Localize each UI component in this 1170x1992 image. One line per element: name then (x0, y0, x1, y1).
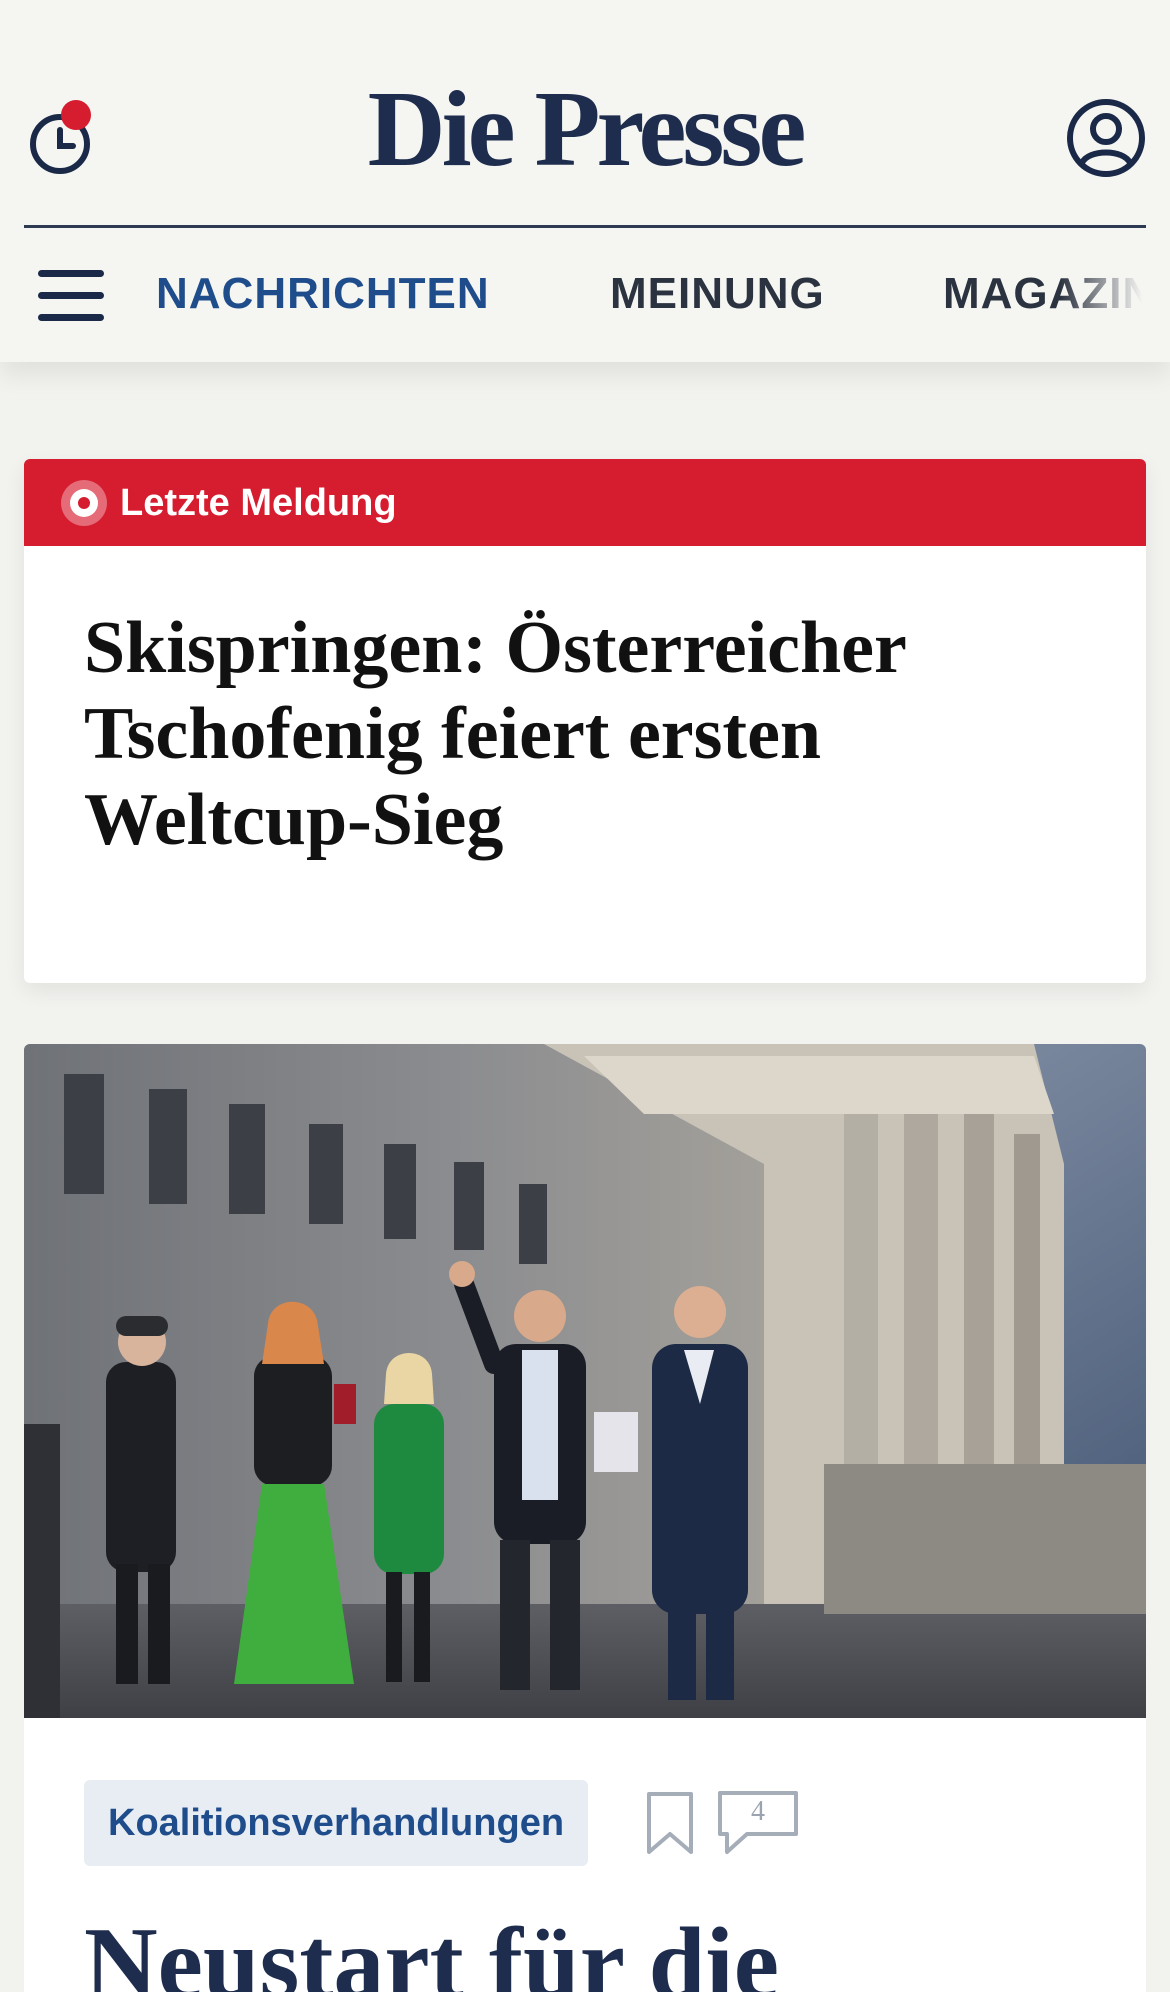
breaking-news-label: Letzte Meldung (120, 482, 397, 524)
section-nav: NACHRICHTEN MEINUNG MAGAZIN (0, 228, 1170, 362)
hamburger-menu-icon (38, 270, 104, 277)
lead-article-card: Koalitionsverhandlungen 4 Neustart für d… (24, 1044, 1146, 1992)
breaking-news-bar: Letzte Meldung (24, 459, 1146, 546)
site-logo[interactable]: Die Presse (0, 76, 1170, 184)
comment-count: 4 (751, 1796, 765, 1827)
live-indicator-icon (61, 480, 107, 526)
menu-button[interactable] (38, 268, 106, 324)
breaking-headline[interactable]: Skispringen: Österreicher Tschofenig fei… (84, 605, 1094, 863)
bookmark-icon (647, 1792, 693, 1854)
comments-button[interactable]: 4 (717, 1790, 799, 1856)
site-header: Die Presse NACHRICHTEN MEINUNG MAGAZIN (0, 0, 1170, 362)
nav-item-meinung[interactable]: MEINUNG (610, 272, 825, 316)
nav-item-magazin[interactable]: MAGAZIN (943, 272, 1155, 316)
user-account-icon (1067, 99, 1145, 177)
topic-tag[interactable]: Koalitionsverhandlungen (84, 1780, 589, 1866)
account-button[interactable] (1066, 98, 1146, 178)
article-headline[interactable]: Neustart für die (84, 1904, 1104, 1992)
breaking-news-card[interactable]: Letzte Meldung Skispringen: Österreicher… (24, 459, 1146, 983)
nav-item-nachrichten[interactable]: NACHRICHTEN (156, 272, 490, 316)
bookmark-button[interactable] (645, 1790, 695, 1856)
article-photo[interactable] (24, 1044, 1146, 1718)
